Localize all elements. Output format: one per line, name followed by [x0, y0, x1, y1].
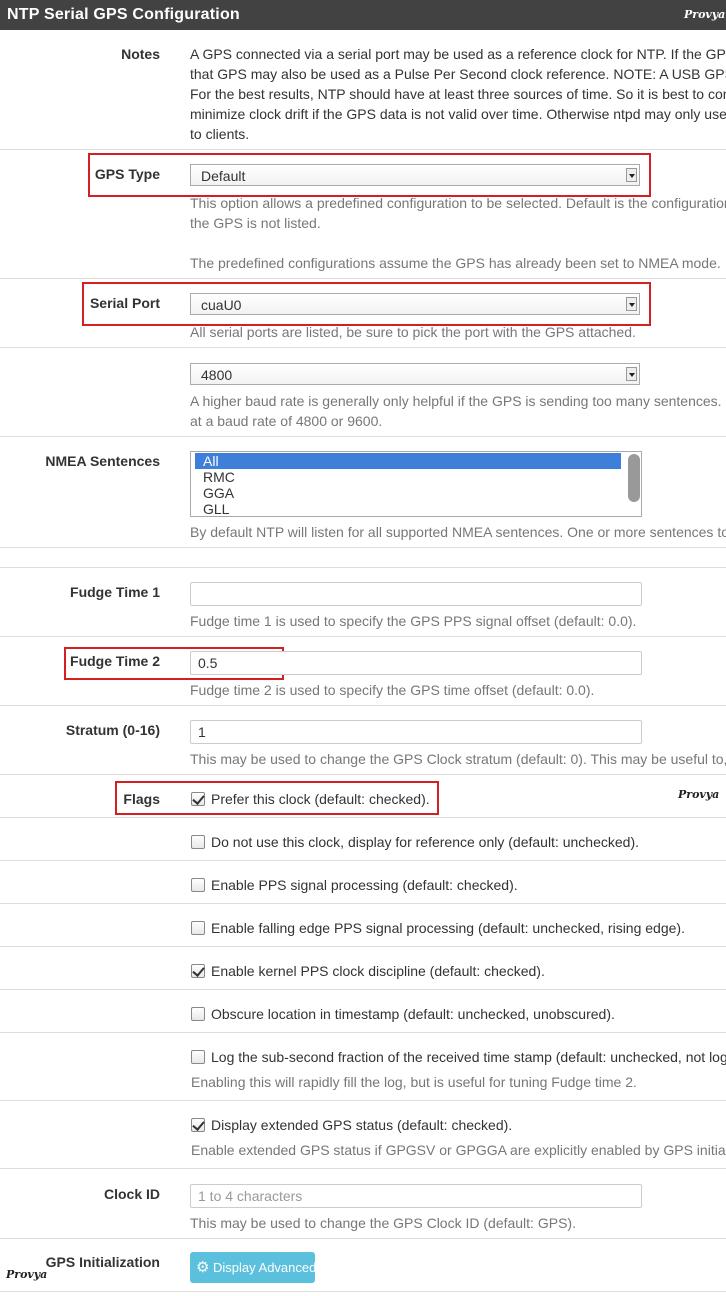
divider [0, 436, 726, 437]
fudge-time-2-help: Fudge time 2 is used to specify the GPS … [190, 682, 595, 698]
flag-falling-edge[interactable]: Enable falling edge PPS signal processin… [191, 919, 685, 937]
serial-port-help: All serial ports are listed, be sure to … [190, 324, 636, 340]
list-item[interactable]: All [195, 453, 621, 469]
chevron-down-icon [626, 168, 637, 182]
divider [0, 705, 726, 706]
panel-header: NTP Serial GPS Configuration Provya [0, 0, 726, 30]
nmea-listbox[interactable]: All RMC GGA GLL [190, 451, 642, 517]
divider [0, 1238, 726, 1239]
baud-help: at a baud rate of 4800 or 9600. [190, 413, 383, 429]
provya-logo: Provya [678, 788, 720, 801]
chevron-down-icon [626, 297, 637, 311]
gps-type-select[interactable]: Default [190, 164, 640, 186]
checkbox[interactable] [191, 878, 205, 892]
checkbox[interactable] [191, 835, 205, 849]
divider [0, 347, 726, 348]
flag-obscure-location[interactable]: Obscure location in timestamp (default: … [191, 1005, 615, 1023]
baud-help: A higher baud rate is generally only hel… [190, 393, 726, 409]
clock-id-help: This may be used to change the GPS Clock… [190, 1215, 576, 1231]
serial-port-label: Serial Port [89, 295, 160, 311]
divider [0, 989, 726, 990]
gps-type-help: The predefined configurations assume the… [190, 255, 721, 271]
divider [0, 817, 726, 818]
divider [0, 903, 726, 904]
stratum-help: This may be used to change the GPS Clock… [190, 751, 726, 767]
list-item[interactable]: GLL [191, 501, 621, 516]
stratum-input[interactable]: 1 [190, 720, 642, 744]
divider [0, 1291, 726, 1292]
notes-text: A GPS connected via a serial port may be… [190, 46, 726, 142]
flags-label: Flags [123, 791, 160, 807]
stratum-label: Stratum (0-16) [65, 722, 160, 738]
scrollbar[interactable] [628, 454, 640, 502]
fudge-time-1-help: Fudge time 1 is used to specify the GPS … [190, 613, 637, 629]
divider [0, 860, 726, 861]
divider [0, 774, 726, 775]
checkbox[interactable] [191, 1050, 205, 1064]
serial-port-select[interactable]: cuaU0 [190, 293, 640, 315]
clock-id-label: Clock ID [103, 1186, 160, 1202]
flag-log-subsecond[interactable]: Log the sub-second fraction of the recei… [191, 1048, 726, 1066]
checkbox[interactable] [191, 964, 205, 978]
fudge-time-2-label: Fudge Time 2 [70, 653, 160, 669]
flag-kernel-pps[interactable]: Enable kernel PPS clock discipline (defa… [191, 962, 545, 980]
checkbox[interactable] [191, 1007, 205, 1021]
flag-pps-processing[interactable]: Enable PPS signal processing (default: c… [191, 876, 518, 894]
flag-prefer-clock[interactable]: Prefer this clock (default: checked). [191, 790, 430, 808]
checkbox[interactable] [191, 1118, 205, 1132]
nmea-help: By default NTP will listen for all suppo… [190, 524, 726, 540]
divider [0, 636, 726, 637]
divider [0, 149, 726, 150]
checkbox[interactable] [191, 921, 205, 935]
flag-no-select[interactable]: Do not use this clock, display for refer… [191, 833, 639, 851]
chevron-down-icon [626, 367, 637, 381]
divider [0, 1168, 726, 1169]
gps-type-label: GPS Type [94, 166, 160, 182]
notes-label: Notes [121, 46, 160, 62]
divider [0, 1032, 726, 1033]
gear-icon: ⚙ [196, 1259, 210, 1276]
gps-type-help: the GPS is not listed. [190, 215, 321, 231]
checkbox[interactable] [191, 792, 205, 806]
fudge-time-2-input[interactable]: 0.5 [190, 651, 642, 675]
provya-logo: Provya [684, 8, 726, 21]
flag-extended-status[interactable]: Display extended GPS status (default: ch… [191, 1116, 512, 1134]
fudge-time-1-label: Fudge Time 1 [70, 584, 160, 600]
divider [0, 567, 726, 568]
display-advanced-button[interactable]: ⚙ Display Advanced [190, 1252, 316, 1283]
divider [0, 278, 726, 279]
flag-log-help: Enabling this will rapidly fill the log,… [191, 1074, 637, 1090]
clock-id-input[interactable]: 1 to 4 characters [190, 1184, 642, 1208]
list-item[interactable]: GGA [191, 485, 621, 501]
panel-title: NTP Serial GPS Configuration [7, 6, 240, 23]
flag-extended-help: Enable extended GPS status if GPGSV or G… [191, 1142, 726, 1158]
divider [0, 547, 726, 548]
nmea-label: NMEA Sentences [45, 453, 160, 469]
list-item[interactable]: RMC [191, 469, 621, 485]
baud-rate-select[interactable]: 4800 [190, 363, 640, 385]
divider [0, 1100, 726, 1101]
provya-logo: Provya [6, 1268, 48, 1281]
divider [0, 946, 726, 947]
gps-type-help: This option allows a predefined configur… [190, 195, 726, 211]
fudge-time-1-input[interactable] [190, 582, 642, 606]
